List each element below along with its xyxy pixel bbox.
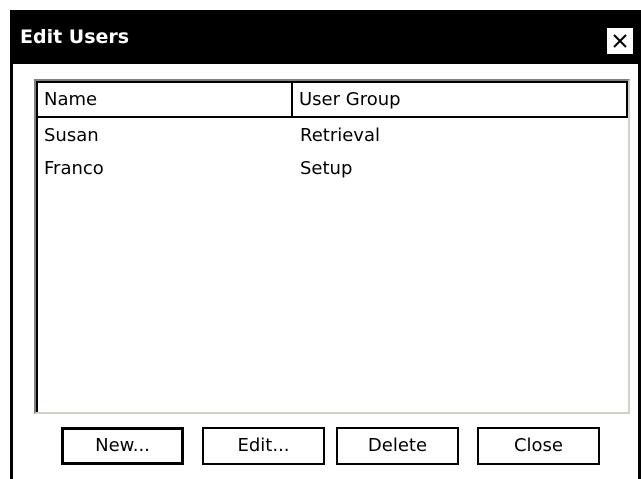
new-button[interactable]: New... xyxy=(61,427,184,465)
close-icon xyxy=(613,34,627,48)
users-list[interactable]: Name User Group Susan Retrieval Franco S… xyxy=(34,79,630,414)
user-name: Franco xyxy=(44,158,104,179)
list-row[interactable]: Franco Setup xyxy=(38,153,628,185)
user-name: Susan xyxy=(44,125,99,146)
close-button[interactable]: Close xyxy=(477,427,600,465)
user-group: Retrieval xyxy=(300,125,380,146)
title-bar: Edit Users xyxy=(13,13,638,64)
user-group: Setup xyxy=(300,158,353,179)
dialog-title: Edit Users xyxy=(20,26,130,48)
column-header-name[interactable]: Name xyxy=(38,83,293,118)
close-window-button[interactable] xyxy=(605,26,635,56)
column-header-user-group[interactable]: User Group xyxy=(293,83,628,118)
list-row[interactable]: Susan Retrieval xyxy=(38,120,628,152)
edit-users-dialog: Edit Users Name User Group Susan Retriev… xyxy=(10,10,641,479)
delete-button[interactable]: Delete xyxy=(336,427,459,465)
edit-button[interactable]: Edit... xyxy=(202,427,325,465)
list-header: Name User Group xyxy=(38,83,628,118)
